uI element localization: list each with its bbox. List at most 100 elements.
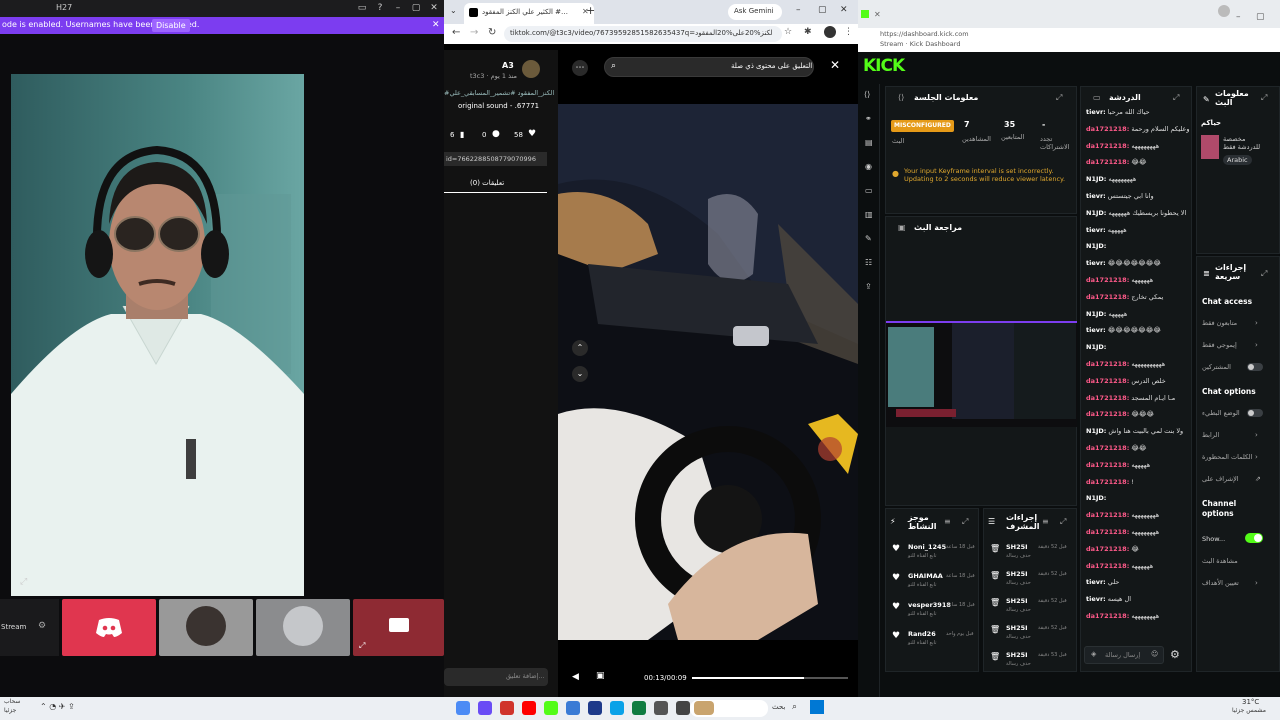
comments-tab[interactable]: تعليقات (0) [470,179,504,187]
creator-avatar[interactable] [522,60,540,78]
tab-menu-icon[interactable]: ⌄ [450,6,457,15]
chat-username[interactable]: da1721218: [1086,142,1129,150]
bookmark-icon[interactable]: ▮ [460,130,464,139]
filter-icon[interactable]: ≡ [944,517,951,526]
taskbar-search[interactable]: بحث ⌕ [690,700,797,717]
chat-username[interactable]: da1721218: [1086,360,1129,368]
banner-close-icon[interactable]: ✕ [432,20,440,30]
chrome-icon[interactable] [456,701,470,715]
chevron-right-icon[interactable]: › [1255,453,1258,461]
chat-username[interactable]: da1721218: [1086,377,1129,385]
show-toggle[interactable] [1245,533,1263,543]
youtube-icon[interactable] [522,701,536,715]
new-tab-button[interactable]: + [586,4,595,17]
maximize-icon[interactable]: ▢ [410,2,422,14]
chat-username[interactable]: da1721218: [1086,478,1129,486]
chat-username[interactable]: da1721218: [1086,276,1129,284]
close-icon[interactable]: ✕ [840,5,848,15]
upload-icon[interactable]: ⇪ [865,282,872,291]
chat-username[interactable]: N1JD: [1086,343,1106,351]
collapse-icon[interactable]: ⟨⟩ [898,93,904,102]
moderator-name[interactable]: SH25I [1006,624,1028,632]
gemini-button[interactable]: Ask Gemini [728,4,782,20]
slow-mode-toggle[interactable] [1247,409,1263,417]
app-icon-9[interactable] [632,701,646,715]
chat-username[interactable]: da1721218: [1086,461,1129,469]
chat-settings-icon[interactable]: ⚙ [1170,648,1180,661]
address-bar[interactable]: tiktok.com/@t3c3/video/76739592851582635… [504,26,782,42]
video-progress-track[interactable] [692,677,848,679]
profile-avatar[interactable] [1218,5,1230,17]
kick-icon[interactable] [544,701,558,715]
help-icon[interactable]: ? [374,2,386,14]
users-icon[interactable]: ☷ [865,258,872,267]
menu-icon[interactable]: ⋮ [844,27,853,37]
popout-icon[interactable]: ⤢ [962,517,968,527]
tab-close-icon[interactable]: ✕ [874,10,881,19]
minimize-icon[interactable]: – [392,2,404,14]
app-icon-11[interactable] [676,701,690,715]
filter-icon[interactable]: ≡ [1042,517,1049,526]
creator-username[interactable]: A3 [502,61,514,70]
link-icon[interactable]: ⚭ [865,114,872,123]
chat-username[interactable]: N1JD: [1086,427,1106,435]
chat-username[interactable]: N1JD: [1086,310,1106,318]
popout-icon[interactable]: ⤢ [20,577,27,587]
popout-icon[interactable]: ⤢ [359,641,365,651]
popout-icon[interactable]: ⤢ [1056,93,1062,103]
chat-username[interactable]: da1721218: [1086,394,1129,402]
minimize-icon[interactable]: – [1236,12,1241,22]
comment-icon[interactable]: ● [492,129,500,139]
next-video-icon[interactable]: ⌄ [572,366,588,382]
follower-name[interactable]: vesper3918 [908,601,951,609]
app-icon-3[interactable] [500,701,514,715]
back-icon[interactable]: ← [452,27,460,38]
camera-tile[interactable]: ⤢ [353,599,444,656]
chat-username[interactable]: da1721218: [1086,410,1129,418]
bookmark-icon[interactable]: ☆ [784,27,792,37]
maximize-icon[interactable]: ▢ [818,5,827,15]
tools-icon[interactable]: ✎ [865,234,872,243]
live-icon[interactable]: ◉ [865,162,872,171]
popout-icon[interactable]: ⤢ [1261,93,1267,103]
external-link-icon[interactable]: ⇗ [1255,475,1261,483]
popout-icon[interactable]: ⤢ [1060,517,1066,527]
chat-username[interactable]: da1721218: [1086,293,1129,301]
chat-username[interactable]: N1JD: [1086,209,1106,217]
kick-logo[interactable]: KICK [863,56,905,76]
follower-name[interactable]: Rand26 [908,630,936,638]
system-tray-icons[interactable]: ⌃ ◔ ✈ ⇪ [40,702,75,711]
chat-username[interactable]: da1721218: [1086,125,1129,133]
sound-name[interactable]: original sound - .67771 [458,102,539,110]
close-icon[interactable]: ✕ [428,2,440,14]
tab-tiktok[interactable]: الكثير علي الكنز المفقود #… ✕ [464,3,594,24]
app-icon-10[interactable] [654,701,668,715]
chat-username[interactable]: da1721218: [1086,562,1129,570]
previous-video-icon[interactable]: ⌃ [572,340,588,356]
search-bar[interactable]: ⌕ التعليق على محتوى ذي صلة [604,57,814,77]
chat-username[interactable]: tievr: [1086,108,1106,116]
minimize-icon[interactable]: – [796,5,801,15]
hashtags[interactable]: #الكنز_المفقود #تشمير_المسابقي_علي … [444,89,556,97]
chat-username[interactable]: tievr: [1086,326,1106,334]
popout-icon[interactable]: ⤢ [1261,269,1267,279]
chat-username[interactable]: da1721218: [1086,612,1129,620]
tiktok-video[interactable] [558,104,858,640]
moderator-name[interactable]: SH25I [1006,543,1028,551]
profile-avatar[interactable] [824,26,836,38]
moderator-name[interactable]: SH25I [1006,597,1028,605]
chevron-right-icon[interactable]: › [1255,579,1258,587]
chat-username[interactable]: tievr: [1086,226,1106,234]
url-text[interactable]: https://dashboard.kick.com [880,30,969,38]
volume-icon[interactable]: ◀ [572,672,579,682]
preview-thumbnail[interactable] [886,321,1077,427]
chat-username[interactable]: tievr: [1086,578,1106,586]
edit-icon[interactable]: ✎ [1203,95,1210,104]
edge-icon[interactable] [610,701,624,715]
disable-button[interactable]: Disable [152,19,190,32]
maximize-icon[interactable]: ▢ [1256,12,1265,22]
chart-icon[interactable]: ▤ [865,138,873,147]
chat-username[interactable]: tievr: [1086,192,1106,200]
screen-icon[interactable]: ▭ [356,2,368,14]
follower-name[interactable]: GHAIMAA [908,572,943,580]
